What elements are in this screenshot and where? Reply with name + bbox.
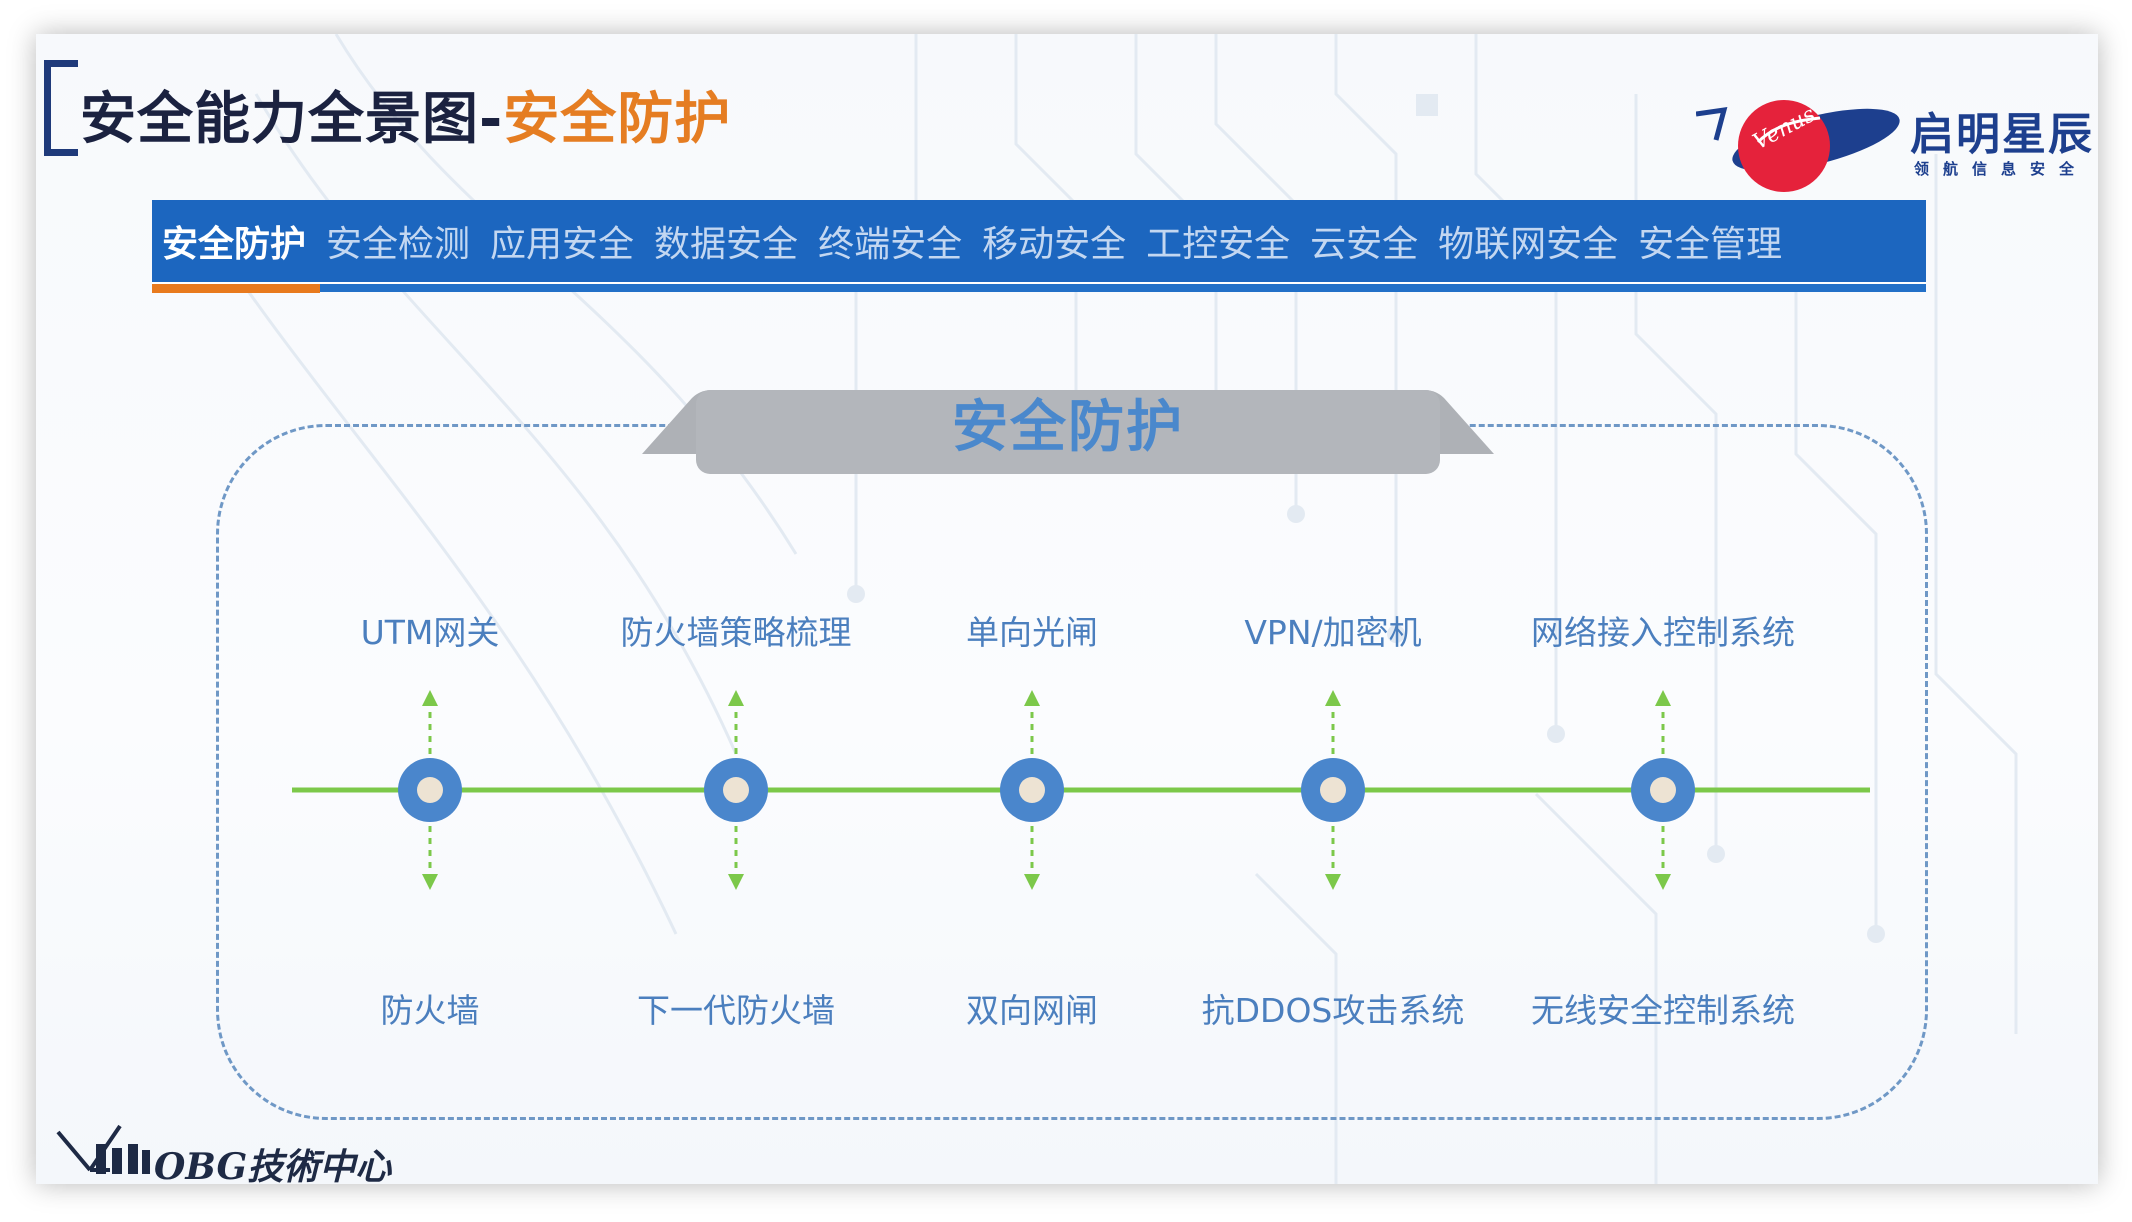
product-label-top: 单向光闸 [966,613,1098,652]
down-arrow-icon [1325,874,1341,890]
product-label-bottom: 双向网闸 [966,991,1098,1030]
up-arrow-icon [1325,690,1341,706]
product-label-top: UTM网关 [360,613,500,652]
timeline-node-center [1019,777,1045,803]
timeline-node-center [723,777,749,803]
up-arrow-icon [422,690,438,706]
down-arrow-icon [1024,874,1040,890]
down-arrow-icon [422,874,438,890]
product-label-bottom: 无线安全控制系统 [1531,991,1795,1030]
slide: 安全能力全景图-安全防护 Venus 启明星辰 领航信息安全 安全防护 安全检测应… [36,34,2098,1184]
product-label-bottom: 防火墙 [380,991,480,1030]
up-arrow-icon [728,690,744,706]
up-arrow-icon [1655,690,1671,706]
timeline-node-center [1650,777,1676,803]
down-arrow-icon [1655,874,1671,890]
up-arrow-icon [1024,690,1040,706]
product-label-bottom: 抗DDOS攻击系统 [1201,991,1465,1030]
down-arrow-icon [728,874,744,890]
timeline-node-center [417,777,443,803]
product-label-bottom: 下一代防火墙 [637,991,835,1030]
timeline-node-center [1320,777,1346,803]
product-label-top: VPN/加密机 [1244,613,1422,652]
footer-brand: OBG技術中心 [154,1146,392,1184]
product-label-top: 网络接入控制系统 [1531,613,1795,652]
product-label-top: 防火墙策略梳理 [620,613,852,652]
